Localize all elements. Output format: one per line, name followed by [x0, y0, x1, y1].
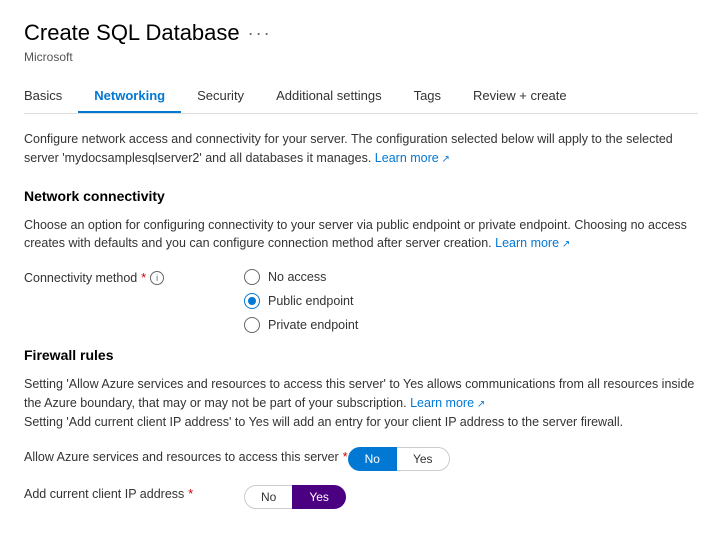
- add-client-ip-label: Add current client IP address *: [24, 485, 244, 501]
- add-client-ip-toggle: No Yes: [244, 485, 346, 509]
- tab-description: Configure network access and connectivit…: [24, 130, 698, 168]
- connectivity-method-row: Connectivity method * i No access Public…: [24, 269, 698, 333]
- radio-circle-public-endpoint: [244, 293, 260, 309]
- connectivity-method-label: Connectivity method * i: [24, 269, 244, 285]
- info-icon[interactable]: i: [150, 271, 164, 285]
- allow-azure-yes-button[interactable]: Yes: [397, 447, 450, 471]
- add-client-ip-yes-button[interactable]: Yes: [292, 485, 346, 509]
- firewall-rules-section: Firewall rules Setting 'Allow Azure serv…: [24, 347, 698, 509]
- tab-basics[interactable]: Basics: [24, 80, 78, 113]
- tab-additional-settings[interactable]: Additional settings: [260, 80, 398, 113]
- allow-azure-no-button[interactable]: No: [348, 447, 397, 471]
- required-indicator: *: [141, 271, 146, 285]
- learn-more-link-2[interactable]: Learn more: [495, 236, 570, 250]
- tab-review-create[interactable]: Review + create: [457, 80, 583, 113]
- firewall-rules-desc: Setting 'Allow Azure services and resour…: [24, 375, 698, 431]
- allow-azure-toggle: No Yes: [348, 447, 450, 471]
- network-connectivity-desc: Choose an option for configuring connect…: [24, 216, 698, 254]
- add-client-ip-row: Add current client IP address * No Yes: [24, 485, 698, 509]
- allow-azure-label: Allow Azure services and resources to ac…: [24, 447, 348, 467]
- radio-circle-private-endpoint: [244, 317, 260, 333]
- connectivity-radio-group: No access Public endpoint Private endpoi…: [244, 269, 358, 333]
- tab-networking[interactable]: Networking: [78, 80, 181, 113]
- radio-private-endpoint[interactable]: Private endpoint: [244, 317, 358, 333]
- page-title: Create SQL Database ···: [24, 20, 272, 46]
- firewall-rules-title: Firewall rules: [24, 347, 698, 363]
- radio-public-endpoint[interactable]: Public endpoint: [244, 293, 358, 309]
- page-subtitle: Microsoft: [24, 50, 698, 64]
- network-connectivity-title: Network connectivity: [24, 188, 698, 204]
- ellipsis-menu[interactable]: ···: [248, 23, 272, 44]
- learn-more-link-1[interactable]: Learn more: [375, 151, 450, 165]
- allow-azure-services-row: Allow Azure services and resources to ac…: [24, 447, 698, 471]
- tab-tags[interactable]: Tags: [398, 80, 457, 113]
- radio-no-access[interactable]: No access: [244, 269, 358, 285]
- radio-circle-no-access: [244, 269, 260, 285]
- learn-more-link-3[interactable]: Learn more: [410, 396, 485, 410]
- tab-security[interactable]: Security: [181, 80, 260, 113]
- add-client-ip-no-button[interactable]: No: [244, 485, 292, 509]
- tab-bar: Basics Networking Security Additional se…: [24, 80, 698, 114]
